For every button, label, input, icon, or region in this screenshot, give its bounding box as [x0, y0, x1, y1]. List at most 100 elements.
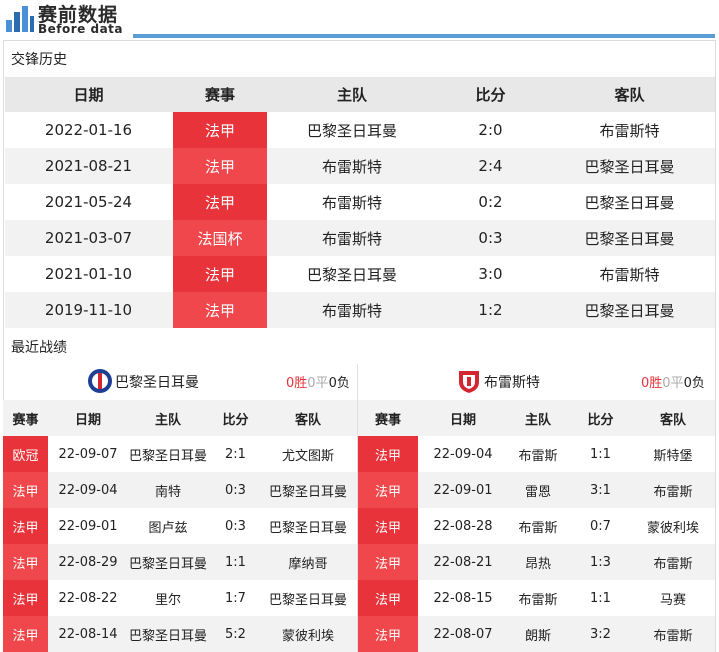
col-header-comp: 赛事 [374, 412, 401, 428]
away-team: 布雷斯 [653, 556, 693, 572]
brand-subtitle: Before data [38, 22, 124, 36]
h2h-section-title: 交锋历史 [11, 52, 67, 68]
brand-underline [133, 34, 715, 38]
competition-badge: 法甲 [3, 508, 48, 544]
recent-section-title: 最近战绩 [11, 340, 67, 356]
away-team: 马赛 [659, 592, 686, 608]
home-team: 昂热 [524, 556, 551, 572]
recent-match-row: 法甲 22-08-29 巴黎圣日耳曼 1:1 摩纳哥 [3, 544, 357, 580]
home-team: 巴黎圣日耳曼 [128, 628, 207, 644]
competition-badge: 法甲 [358, 544, 418, 580]
h2h-row: 2021-05-24 法甲 布雷斯特 0:2 巴黎圣日耳曼 [5, 184, 715, 220]
h2h-row: 2022-01-16 法甲 巴黎圣日耳曼 2:0 布雷斯特 [5, 112, 715, 148]
competition-badge: 法甲 [3, 616, 48, 652]
recent-match-row: 法甲 22-09-04 南特 0:3 巴黎圣日耳曼 [3, 472, 357, 508]
match-score: 1:2 [478, 301, 503, 319]
home-team: 朗斯 [524, 628, 551, 644]
away-team: 蒙彼利埃 [281, 628, 334, 644]
home-team-recent-panel: 巴黎圣日耳曼 0胜0平0负 赛事 日期 主队 比分 客队 欧冠 22-09-07… [3, 364, 357, 652]
match-score: 0:2 [478, 193, 503, 211]
away-team: 巴黎圣日耳曼 [268, 592, 347, 608]
recent-match-row: 法甲 22-09-01 图卢兹 0:3 巴黎圣日耳曼 [3, 508, 357, 544]
match-date: 22-08-15 [433, 590, 493, 606]
match-score: 3:2 [590, 626, 611, 642]
competition-badge: 法甲 [173, 184, 267, 220]
away-team: 巴黎圣日耳曼 [584, 229, 675, 248]
recent-match-row: 欧冠 22-09-07 巴黎圣日耳曼 2:1 尤文图斯 [3, 436, 357, 472]
col-header-date: 日期 [449, 412, 476, 428]
away-team: 斯特堡 [653, 448, 693, 464]
h2h-table-header: 日期 赛事 主队 比分 客队 [5, 77, 715, 112]
col-header-home: 主队 [524, 412, 551, 428]
match-score: 0:3 [225, 482, 246, 498]
away-team: 尤文图斯 [281, 448, 334, 464]
competition-badge: 欧冠 [3, 436, 48, 472]
losses-count: 0负 [683, 376, 705, 391]
match-score: 1:3 [590, 554, 611, 570]
competition-badge: 法甲 [358, 436, 418, 472]
recent-match-row: 法甲 22-09-01 雷恩 3:1 布雷斯 [358, 472, 715, 508]
match-score: 0:3 [225, 518, 246, 534]
competition-badge: 法甲 [358, 472, 418, 508]
home-team: 布雷斯特 [321, 193, 382, 212]
col-header-home: 主队 [154, 412, 181, 428]
draws-count: 0平 [307, 376, 329, 391]
match-date: 22-09-01 [58, 518, 118, 534]
draws-count: 0平 [662, 376, 684, 391]
col-header-score: 比分 [587, 412, 614, 428]
col-header-away: 客队 [614, 86, 645, 104]
team-name: 布雷斯特 [484, 375, 540, 391]
competition-badge: 法甲 [173, 292, 267, 328]
col-header-away: 客队 [659, 412, 686, 428]
match-date: 22-09-04 [58, 482, 118, 498]
home-team: 图卢兹 [148, 520, 188, 536]
match-score: 1:1 [225, 554, 246, 570]
match-score: 1:7 [225, 590, 246, 606]
col-header-date: 日期 [74, 412, 101, 428]
competition-badge: 法国杯 [173, 220, 267, 256]
match-score: 1:1 [590, 590, 611, 606]
away-team: 巴黎圣日耳曼 [584, 157, 675, 176]
match-date: 2022-01-16 [44, 121, 133, 139]
away-team: 巴黎圣日耳曼 [268, 520, 347, 536]
col-header-score: 比分 [475, 86, 506, 104]
away-team-recent-panel: 布雷斯特 0胜0平0负 赛事 日期 主队 比分 客队 法甲 22-09-04 布… [358, 364, 715, 652]
recent-table-header: 赛事 日期 主队 比分 客队 [358, 400, 715, 436]
col-header-comp: 赛事 [12, 412, 39, 428]
competition-badge: 法甲 [173, 256, 267, 292]
team-header: 布雷斯特 0胜0平0负 [358, 364, 715, 398]
match-date: 2021-01-10 [44, 265, 133, 283]
recent-match-row: 法甲 22-08-15 布雷斯 1:1 马赛 [358, 580, 715, 616]
recent-match-row: 法甲 22-08-21 昂热 1:3 布雷斯 [358, 544, 715, 580]
home-team: 布雷斯特 [321, 301, 382, 320]
competition-badge: 法甲 [3, 580, 48, 616]
away-team: 摩纳哥 [288, 556, 328, 572]
col-header-score: 比分 [222, 412, 249, 428]
match-date: 22-08-22 [58, 590, 118, 606]
away-team: 巴黎圣日耳曼 [584, 193, 675, 212]
match-date: 22-09-04 [433, 446, 493, 462]
away-team: 巴黎圣日耳曼 [584, 301, 675, 320]
home-team: 巴黎圣日耳曼 [306, 265, 397, 284]
home-team: 巴黎圣日耳曼 [306, 121, 397, 140]
home-team: 雷恩 [524, 484, 551, 500]
home-team: 巴黎圣日耳曼 [128, 448, 207, 464]
home-team: 里尔 [154, 592, 181, 608]
team-header: 巴黎圣日耳曼 0胜0平0负 [3, 364, 357, 398]
match-score: 0:3 [478, 229, 503, 247]
home-team: 布雷斯特 [321, 229, 382, 248]
match-date: 22-08-07 [433, 626, 493, 642]
wins-count: 0胜 [641, 376, 663, 391]
h2h-row: 2021-03-07 法国杯 布雷斯特 0:3 巴黎圣日耳曼 [5, 220, 715, 256]
recent-match-row: 法甲 22-08-28 布雷斯 0:7 蒙彼利埃 [358, 508, 715, 544]
competition-badge: 法甲 [173, 112, 267, 148]
competition-badge: 法甲 [173, 148, 267, 184]
col-header-away: 客队 [294, 412, 321, 428]
recent-match-row: 法甲 22-08-07 朗斯 3:2 布雷斯 [358, 616, 715, 652]
match-date: 22-08-28 [433, 518, 493, 534]
home-team: 南特 [154, 484, 181, 500]
match-score: 2:0 [478, 121, 503, 139]
brand-header: 赛前数据 Before data [0, 0, 719, 40]
competition-badge: 法甲 [358, 616, 418, 652]
match-score: 1:1 [590, 446, 611, 462]
